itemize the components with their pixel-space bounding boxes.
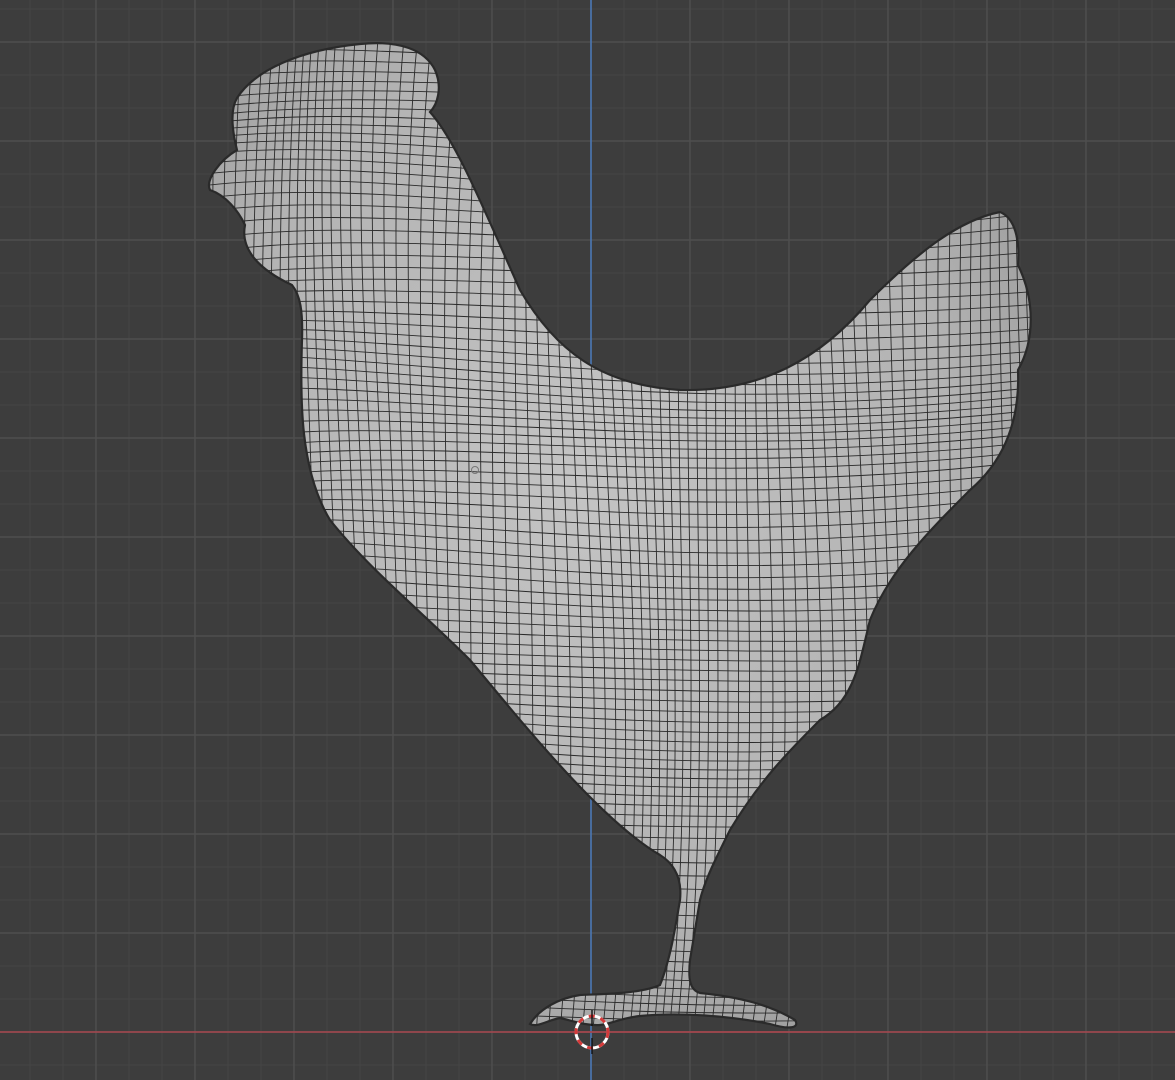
3d-viewport[interactable] bbox=[0, 0, 1175, 1080]
viewport-canvas[interactable] bbox=[0, 0, 1175, 1080]
